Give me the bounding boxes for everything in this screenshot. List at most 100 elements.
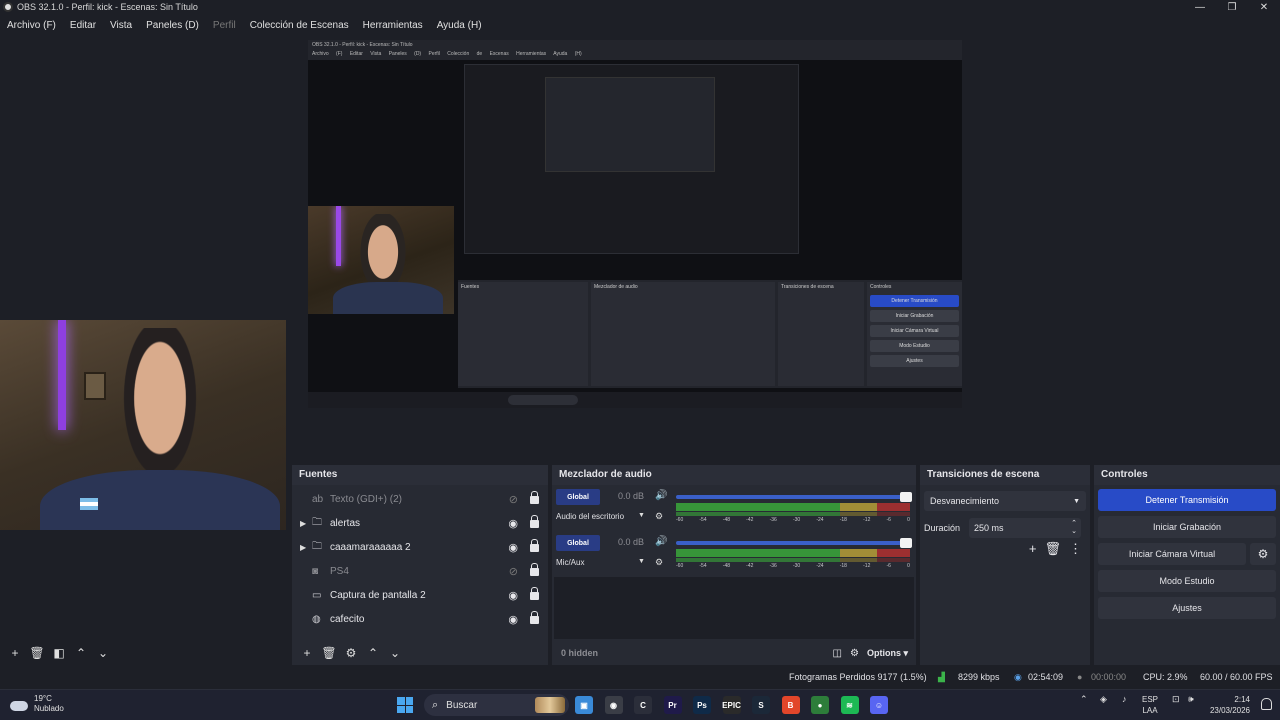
discord-app-icon[interactable]: ☺ <box>870 696 888 714</box>
meter-tick-label: -18 <box>839 563 847 569</box>
channel-settings-icon[interactable]: ⚙ <box>655 557 663 568</box>
source-item[interactable]: ▭ Captura de pantalla 2 ◉ <box>292 583 548 607</box>
eye-hidden-icon[interactable]: ⊘ <box>509 493 518 506</box>
menu-item[interactable]: Paneles (D) <box>139 20 206 31</box>
source-item[interactable]: ab Texto (GDI+) (2) ⊘ <box>292 487 548 511</box>
clock[interactable]: 2:14 23/03/2026 <box>1210 694 1250 716</box>
lock-icon[interactable] <box>530 611 539 624</box>
global-badge[interactable]: Global <box>556 489 600 505</box>
global-badge[interactable]: Global <box>556 535 600 551</box>
lock-icon[interactable] <box>530 563 539 576</box>
start-virtual-cam-button[interactable]: Iniciar Cámara Virtual <box>1098 543 1246 565</box>
volume-slider[interactable] <box>676 538 912 548</box>
chevron-down-icon[interactable]: ▼ <box>638 558 645 565</box>
advanced-audio-icon[interactable]: ⚙ <box>850 648 859 659</box>
up-icon[interactable]: ⌃ <box>72 644 90 662</box>
menu-item[interactable]: Archivo (F) <box>0 20 63 31</box>
volume-icon[interactable]: 🕪 <box>1188 694 1194 705</box>
menu-item[interactable]: Ayuda (H) <box>430 20 489 31</box>
source-item[interactable]: ▶ 🗀 alertas ◉ <box>292 511 548 535</box>
source-item[interactable]: ◙ PS4 ⊘ <box>292 559 548 583</box>
volume-slider[interactable] <box>676 492 912 502</box>
webcam-small <box>308 206 454 314</box>
spotify-app-icon[interactable]: ≋ <box>840 696 859 714</box>
trash-icon[interactable]: 🗑 <box>28 644 46 662</box>
menu-item[interactable]: Vista <box>103 20 139 31</box>
expand-arrow-icon[interactable]: ▶ <box>300 519 312 528</box>
channel-name: Mic/Aux <box>556 558 585 567</box>
cloud-icon <box>10 701 28 711</box>
lock-icon[interactable] <box>530 491 539 504</box>
network-icon[interactable]: ⊡ <box>1172 694 1180 705</box>
meter-tick-label: -54 <box>699 517 707 523</box>
close-button[interactable]: ✕ <box>1248 0 1280 14</box>
source-item[interactable]: ▶ 🗀 caaamaraaaaaa 2 ◉ <box>292 535 548 559</box>
capcut-app-icon[interactable]: C <box>634 696 652 714</box>
notification-bell-icon[interactable] <box>1261 698 1272 710</box>
transition-select[interactable]: Desvanecimiento ▼ <box>924 491 1086 511</box>
files-app-icon[interactable]: ▣ <box>575 696 593 714</box>
preview-area[interactable]: OBS 32.1.0 - Perfil: kick - Escenas: Sin… <box>0 36 1280 530</box>
eye-icon[interactable]: ◉ <box>508 589 518 602</box>
menu-item[interactable]: Perfil <box>206 20 243 31</box>
slider-knob[interactable] <box>900 538 912 548</box>
eye-icon[interactable]: ◉ <box>508 613 518 626</box>
chevron-up-icon[interactable]: ⌃ <box>1080 694 1088 705</box>
speaker-icon[interactable]: 🔊 <box>655 490 667 501</box>
photoshop-app-icon[interactable]: Ps <box>693 696 711 714</box>
stop-stream-button[interactable]: Detener Transmisión <box>1098 489 1276 511</box>
source-item[interactable]: ◍ cafecito ◉ <box>292 607 548 631</box>
speaker-icon[interactable]: 🔊 <box>655 536 667 547</box>
chrome-app-icon[interactable]: ● <box>811 696 829 714</box>
trash-icon[interactable]: 🗑 <box>1044 541 1061 557</box>
channel-settings-icon[interactable]: ⚙ <box>655 511 663 522</box>
time: 2:14 <box>1234 695 1250 704</box>
down-icon[interactable]: ⌄ <box>94 644 112 662</box>
gear-icon[interactable]: ⚙ <box>1250 543 1276 565</box>
nested-vcam-button: Iniciar Cámara Virtual <box>870 325 959 337</box>
eye-hidden-icon[interactable]: ⊘ <box>509 565 518 578</box>
steam-app-icon[interactable]: S <box>752 696 770 714</box>
obs-app-icon[interactable]: ◉ <box>604 696 623 714</box>
layout-icon[interactable]: ◫ <box>833 648 842 659</box>
down-icon[interactable]: ⌄ <box>386 644 404 662</box>
search-icon: ⌕ <box>432 698 439 711</box>
windows-start-icon[interactable] <box>397 697 413 713</box>
gamepad-icon[interactable]: ◈ <box>1100 694 1107 705</box>
premiere-app-icon[interactable]: Pr <box>663 696 682 714</box>
menu-item[interactable]: Herramientas <box>356 20 430 31</box>
gear-icon[interactable]: ⚙ <box>342 644 360 662</box>
lock-icon[interactable] <box>530 539 539 552</box>
minimize-button[interactable]: — <box>1184 0 1216 14</box>
taskbar-search[interactable]: ⌕ Buscar <box>424 694 569 716</box>
eye-icon[interactable]: ◉ <box>508 517 518 530</box>
lock-icon[interactable] <box>530 515 539 528</box>
epic-app-icon[interactable]: EPIC <box>722 696 741 714</box>
add-icon[interactable]: + <box>6 644 24 662</box>
chevron-down-icon[interactable]: ▼ <box>638 512 645 519</box>
expand-arrow-icon[interactable]: ▶ <box>300 543 312 552</box>
settings-button[interactable]: Ajustes <box>1098 597 1276 619</box>
add-icon[interactable]: + <box>1029 541 1037 557</box>
brave-app-icon[interactable]: B <box>781 696 800 714</box>
up-icon[interactable]: ⌃ <box>364 644 382 662</box>
filter-icon[interactable]: ◧ <box>50 644 68 662</box>
menu-item[interactable]: Editar <box>63 20 103 31</box>
nested-transitions-panel: Transiciones de escena <box>778 282 864 386</box>
add-icon[interactable]: + <box>298 644 316 662</box>
language-indicator[interactable]: ESP LAA <box>1142 694 1158 716</box>
lock-icon[interactable] <box>530 587 539 600</box>
spin-arrows-icon[interactable]: ⌃ ⌄ <box>1071 520 1077 536</box>
slider-knob[interactable] <box>900 492 912 502</box>
start-recording-button[interactable]: Iniciar Grabación <box>1098 516 1276 538</box>
eye-icon[interactable]: ◉ <box>508 541 518 554</box>
weather-widget[interactable]: 19°C Nublado <box>10 694 64 714</box>
duration-spinbox[interactable]: 250 ms ⌃ ⌄ <box>969 518 1081 538</box>
studio-mode-button[interactable]: Modo Estudio <box>1098 570 1276 592</box>
maximize-button[interactable]: ❐ <box>1216 0 1248 14</box>
menu-item[interactable]: Colección de Escenas <box>243 20 356 31</box>
options-button[interactable]: Options ▾ <box>867 648 908 659</box>
more-icon[interactable]: ⋮ <box>1069 541 1082 557</box>
microphone-icon[interactable]: ♪ <box>1122 694 1127 704</box>
trash-icon[interactable]: 🗑 <box>320 644 338 662</box>
